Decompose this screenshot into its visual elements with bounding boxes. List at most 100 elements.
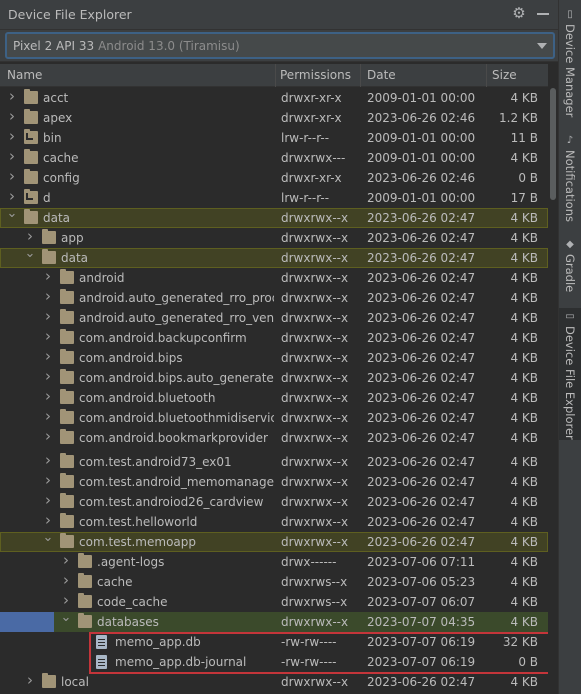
folder-row[interactable]: › com.test.androiod26_cardview drwxrwx--x 2… — [0, 492, 548, 512]
folder-row[interactable]: › android.auto_generated_rro_product_ drwx… — [0, 288, 548, 308]
column-divider[interactable] — [486, 64, 487, 87]
folder-icon — [60, 289, 74, 304]
scrollbar-thumb[interactable] — [550, 88, 556, 200]
folder-row[interactable]: › acct drwxr-xr-x 2009-01-01 00:00 4 KB — [0, 88, 548, 108]
folder-row[interactable]: ⌄ data drwxrwx--x 2023-06-26 02:47 4 KB — [0, 207, 548, 228]
permissions-cell: drwxrwx--x — [281, 675, 349, 689]
chevron-right-icon[interactable]: › — [42, 473, 54, 488]
file-name: acct — [43, 91, 69, 105]
chevron-right-icon[interactable]: › — [24, 673, 36, 688]
size-cell: 4 KB — [510, 535, 538, 549]
folder-row[interactable]: › .agent-logs drwx------ 2023-07-06 07:11 4 … — [0, 552, 548, 572]
folder-row[interactable]: › config drwxr-xr-x 2023-06-26 02:46 0 B — [0, 168, 548, 188]
chevron-right-icon[interactable]: › — [42, 453, 54, 468]
permissions-cell: drwxrwx--x — [281, 411, 349, 425]
date-cell: 2023-06-26 02:47 — [367, 675, 476, 689]
chevron-right-icon[interactable]: › — [42, 409, 54, 424]
size-cell: 4 KB — [510, 411, 538, 425]
chevron-right-icon[interactable]: › — [42, 493, 54, 508]
table-header: Name Permissions Date Size — [0, 64, 548, 87]
chevron-right-icon[interactable]: › — [42, 289, 54, 304]
folder-row[interactable]: ⌄ data drwxrwx--x 2023-06-26 02:47 4 KB — [0, 247, 548, 268]
minimize-icon[interactable] — [537, 13, 549, 15]
chevron-down-icon[interactable]: ⌄ — [42, 531, 54, 544]
chevron-down-icon[interactable]: ⌄ — [24, 247, 36, 260]
chevron-right-icon[interactable]: › — [60, 553, 72, 568]
size-cell: 32 KB — [502, 635, 538, 649]
column-divider[interactable] — [275, 64, 276, 87]
chevron-right-icon[interactable]: › — [60, 593, 72, 608]
folder-icon — [78, 593, 92, 608]
device-os: Android 13.0 (Tiramisu) — [98, 39, 240, 53]
sidebar-tab-label: Device Manager — [563, 24, 577, 118]
chevron-down-icon[interactable]: ⌄ — [60, 611, 72, 624]
sidebar-tab-device-manager[interactable]: ▯ Device Manager — [559, 6, 581, 118]
permissions-cell: drwxrwx--x — [281, 291, 349, 305]
chevron-right-icon[interactable]: › — [42, 369, 54, 384]
folder-icon — [60, 389, 74, 404]
sidebar-tab-gradle[interactable]: ◆ Gradle — [559, 236, 581, 294]
permissions-cell: drwxr-xr-x — [281, 91, 342, 105]
column-header-permissions[interactable]: Permissions — [280, 68, 351, 82]
folder-row[interactable]: ⌄ databases drwxrwx--x 2023-07-07 04:35 4 KB — [0, 611, 548, 632]
folder-row[interactable]: › android drwxrwx--x 2023-06-26 02:47 4 KB — [0, 268, 548, 288]
folder-row[interactable]: › d lrw-r--r-- 2009-01-01 00:00 17 B — [0, 188, 548, 208]
folder-row[interactable]: › apex drwxr-xr-x 2023-06-26 02:46 1.2 KB — [0, 108, 548, 128]
chevron-right-icon[interactable]: › — [6, 189, 18, 204]
chevron-down-icon[interactable]: ⌄ — [6, 207, 18, 220]
file-row[interactable]: memo_app.db-journal -rw-rw---- 2023-07-07 … — [0, 652, 548, 672]
folder-row[interactable]: › com.android.backupconfirm drwxrwx--x 2023… — [0, 328, 548, 348]
column-divider[interactable] — [360, 64, 361, 87]
permissions-cell: drwxrwx--- — [281, 151, 346, 165]
folder-row[interactable]: › app drwxrwx--x 2023-06-26 02:47 4 KB — [0, 228, 548, 248]
folder-row[interactable]: › cache drwxrws--x 2023-07-06 05:23 4 KB — [0, 572, 548, 592]
folder-row[interactable]: › bin lrw-r--r-- 2009-01-01 00:00 11 B — [0, 128, 548, 148]
vertical-scrollbar[interactable] — [548, 88, 558, 694]
file-name: android.auto_generated_rro_vendor_ — [79, 311, 274, 325]
permissions-cell: -rw-rw---- — [281, 655, 337, 669]
chevron-right-icon[interactable]: › — [42, 329, 54, 344]
folder-row[interactable]: › com.android.bluetooth drwxrwx--x 2023-06-… — [0, 388, 548, 408]
folder-row[interactable]: › com.test.android73_ex01 drwxrwx--x 2023-0… — [0, 452, 548, 472]
chevron-right-icon[interactable]: › — [24, 229, 36, 244]
folder-row[interactable]: › com.android.bips drwxrwx--x 2023-06-26 02… — [0, 348, 548, 368]
folder-row[interactable]: › com.test.android_memomanager drwxrwx--x 2… — [0, 472, 548, 492]
date-cell: 2009-01-01 00:00 — [367, 91, 476, 105]
sidebar-tab-notifications[interactable]: ♪ Notifications — [559, 132, 581, 222]
folder-row[interactable]: › com.android.bips.auto_generated_rro drwx… — [0, 368, 548, 388]
permissions-cell: lrw-r--r-- — [281, 131, 330, 145]
chevron-right-icon[interactable]: › — [6, 89, 18, 104]
chevron-right-icon[interactable]: › — [6, 109, 18, 124]
folder-row[interactable]: › com.test.helloworld drwxrwx--x 2023-06-26… — [0, 512, 548, 532]
chevron-right-icon[interactable]: › — [42, 309, 54, 324]
folder-row[interactable]: › code_cache drwxrws--x 2023-07-07 06:07 4 K… — [0, 592, 548, 612]
folder-row[interactable]: ⌄ com.test.memoapp drwxrwx--x 2023-06-26 02… — [0, 531, 548, 552]
date-cell: 2023-07-07 06:19 — [367, 635, 476, 649]
chevron-right-icon[interactable]: › — [60, 573, 72, 588]
file-row[interactable]: memo_app.db -rw-rw---- 2023-07-07 06:19 32 … — [0, 632, 548, 652]
column-header-name[interactable]: Name — [7, 68, 42, 82]
folder-row[interactable]: › android.auto_generated_rro_vendor_ drwxr… — [0, 308, 548, 328]
file-name: data — [43, 211, 71, 225]
column-header-date[interactable]: Date — [367, 68, 396, 82]
chevron-right-icon[interactable]: › — [42, 349, 54, 364]
chevron-right-icon[interactable]: › — [6, 129, 18, 144]
folder-row[interactable]: › com.android.bluetoothmidiservice drwxrwx… — [0, 408, 548, 428]
chevron-right-icon[interactable]: › — [42, 389, 54, 404]
chevron-right-icon[interactable]: › — [6, 149, 18, 164]
size-cell: 4 KB — [510, 211, 538, 225]
sidebar-tab-device-file-explorer[interactable]: ▭ Device File Explorer — [559, 308, 581, 440]
gear-icon[interactable]: ⚙ — [511, 5, 527, 21]
column-header-size[interactable]: Size — [492, 68, 517, 82]
chevron-right-icon[interactable]: › — [42, 513, 54, 528]
folder-row[interactable]: › local drwxrwx--x 2023-06-26 02:47 4 KB — [0, 672, 548, 692]
chevron-right-icon[interactable]: › — [42, 429, 54, 444]
chevron-right-icon[interactable]: › — [6, 169, 18, 184]
chevron-right-icon[interactable]: › — [42, 269, 54, 284]
folder-row[interactable]: › com.android.bookmarkprovider drwxrwx--x 2… — [0, 428, 548, 448]
permissions-cell: drwxrwx--x — [281, 391, 349, 405]
folder-row[interactable]: › cache drwxrwx--- 2009-01-01 00:00 4 KB — [0, 148, 548, 168]
folder-icon — [60, 429, 74, 444]
size-cell: 4 KB — [510, 251, 538, 265]
device-dropdown[interactable]: Pixel 2 API 33 Android 13.0 (Tiramisu) — [5, 32, 555, 59]
